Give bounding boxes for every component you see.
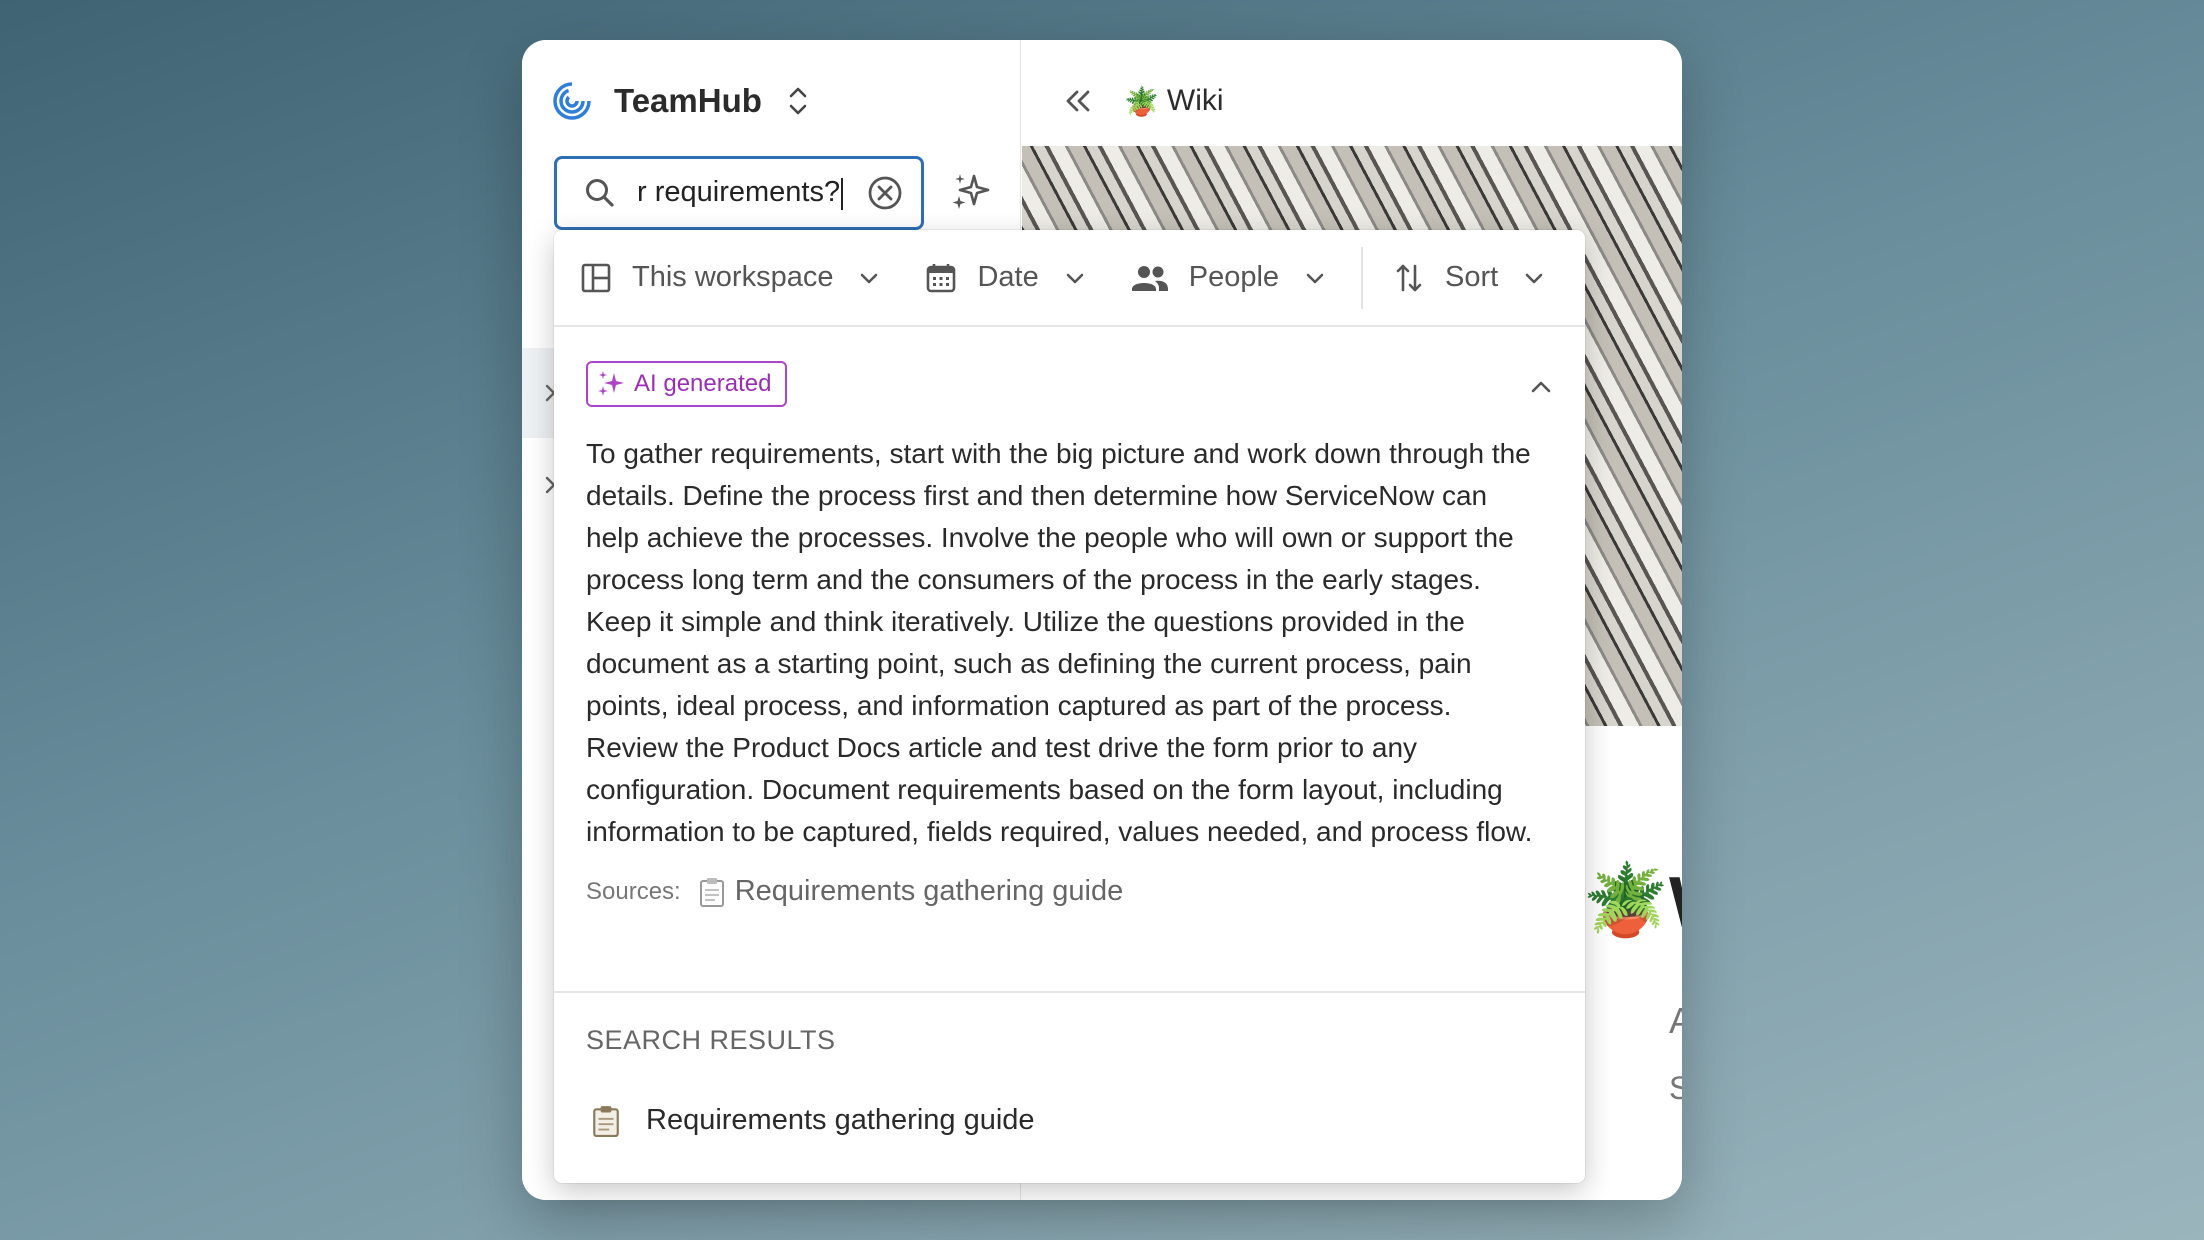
ai-generated-badge: AI generated bbox=[586, 361, 788, 407]
search-results: SEARCH RESULTS Requirements gathering gu… bbox=[554, 993, 1585, 1137]
page-text-line: S bbox=[1669, 1070, 1682, 1106]
search-query[interactable]: r requirements? bbox=[637, 176, 867, 210]
chevron-down-icon bbox=[861, 273, 878, 283]
filter-sort[interactable]: Sort bbox=[1393, 261, 1546, 294]
filter-people[interactable]: People bbox=[1131, 261, 1327, 294]
sort-icon bbox=[1396, 264, 1422, 291]
filter-label: People bbox=[1188, 261, 1280, 293]
source-title: Requirements gathering guide bbox=[734, 875, 1124, 907]
ai-sources: Sources: Requirements gathering guide bbox=[586, 875, 1545, 908]
filter-label: Date bbox=[977, 261, 1039, 293]
search-filters: This workspace Date People Sort bbox=[554, 230, 1585, 327]
search-icon bbox=[586, 179, 614, 207]
ai-answer-text: To gather requirements, start with the b… bbox=[586, 438, 1533, 847]
page-header: 🪴 Wiki bbox=[1062, 60, 1224, 142]
filter-divider bbox=[1361, 246, 1364, 309]
chevron-up-icon[interactable] bbox=[1527, 373, 1555, 401]
chevron-down-icon bbox=[1525, 273, 1543, 283]
source-link[interactable]: Requirements gathering guide bbox=[699, 875, 1124, 908]
ai-answer-section: AI generated To gather requirements, sta… bbox=[554, 327, 1585, 993]
workspace-logo-icon bbox=[553, 82, 591, 120]
page-text-line: A bbox=[1669, 1000, 1682, 1041]
breadcrumb-title[interactable]: Wiki bbox=[1167, 84, 1224, 118]
search-result-item[interactable]: Requirements gathering guide bbox=[586, 1104, 1553, 1137]
filter-date[interactable]: Date bbox=[925, 261, 1086, 294]
ai-sparkle-icon[interactable] bbox=[948, 170, 994, 216]
chevron-down-icon bbox=[1066, 273, 1084, 283]
sources-label: Sources: bbox=[586, 877, 681, 905]
ai-sparkle-icon bbox=[598, 371, 624, 396]
calendar-icon bbox=[927, 263, 956, 292]
filter-label: Sort bbox=[1445, 261, 1499, 293]
page-title: W bbox=[1669, 862, 1682, 944]
ai-badge-label: AI generated bbox=[634, 370, 772, 397]
results-heading: SEARCH RESULTS bbox=[586, 1025, 836, 1055]
result-title: Requirements gathering guide bbox=[646, 1104, 1035, 1136]
collapse-sidebar-icon[interactable] bbox=[1062, 85, 1094, 117]
clipboard-icon bbox=[699, 877, 724, 907]
clipboard-icon bbox=[593, 1105, 619, 1137]
workspace-name: TeamHub bbox=[614, 82, 762, 119]
clear-search-icon[interactable] bbox=[867, 175, 903, 211]
filter-workspace[interactable]: This workspace bbox=[580, 261, 881, 294]
chevron-down-icon bbox=[1306, 273, 1324, 283]
wiki-emoji: 🪴 bbox=[1124, 85, 1159, 117]
search-input[interactable]: r requirements? bbox=[554, 156, 924, 230]
text-caret bbox=[841, 177, 844, 210]
chevron-up-down-icon bbox=[789, 87, 807, 115]
workspace-switcher[interactable]: TeamHub bbox=[552, 60, 810, 142]
people-icon bbox=[1131, 265, 1168, 291]
page-emoji: 🪴 bbox=[1582, 861, 1670, 939]
search-results-dropdown: This workspace Date People Sort AI gener… bbox=[554, 230, 1585, 1183]
layout-icon bbox=[581, 263, 611, 292]
filter-label: This workspace bbox=[632, 261, 834, 293]
